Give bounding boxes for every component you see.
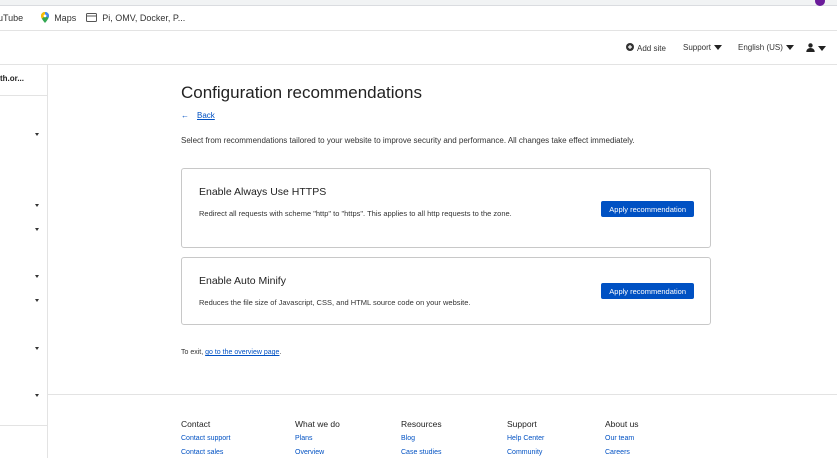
exit-note: To exit, go to the overview page. <box>181 349 281 356</box>
sidebar-chevron-icon[interactable] <box>35 204 39 207</box>
maps-pin-icon <box>41 11 50 25</box>
overview-page-link[interactable]: go to the overview page <box>205 349 279 356</box>
footer-link[interactable]: Plans <box>295 435 340 442</box>
sidebar-chevron-icon[interactable] <box>35 347 39 350</box>
sidebar-chevron-icon[interactable] <box>35 133 39 136</box>
footer-heading: Resources <box>401 419 442 429</box>
footer-heading: Support <box>507 419 537 429</box>
footer-heading: Contact <box>181 419 211 429</box>
sidebar-chevron-icon[interactable] <box>35 275 39 278</box>
footer-column-what-we-do: What we do Plans Overview <box>295 419 340 463</box>
bookmark-maps[interactable]: Maps <box>41 11 77 25</box>
footer-link[interactable]: Contact sales <box>181 449 230 456</box>
sidebar-chevron-icon[interactable] <box>35 394 39 397</box>
footer-link[interactable]: Case studies <box>401 449 442 456</box>
back-link[interactable]: ← Back <box>181 111 215 120</box>
apply-recommendation-button[interactable]: Apply recommendation <box>601 283 694 299</box>
add-site-button[interactable]: Add site <box>626 43 666 53</box>
exit-suffix: . <box>279 349 282 356</box>
plus-circle-icon <box>626 43 634 53</box>
account-name: th.or... <box>0 74 24 83</box>
add-site-label: Add site <box>637 43 666 53</box>
recommendation-card-https: Enable Always Use HTTPS Redirect all req… <box>181 168 711 248</box>
bookmark-label: Maps <box>54 13 77 23</box>
card-title: Enable Always Use HTTPS <box>199 186 327 198</box>
support-menu[interactable]: Support <box>683 43 723 52</box>
folder-card-icon <box>86 12 98 24</box>
support-label: Support <box>683 43 712 52</box>
bookmark-label: uTube <box>0 13 24 23</box>
footer-link[interactable]: Careers <box>605 449 639 456</box>
language-label: English (US) <box>738 43 783 52</box>
page-description: Select from recommendations tailored to … <box>181 136 635 145</box>
account-selector[interactable]: th.or... <box>0 65 47 96</box>
recommendation-card-minify: Enable Auto Minify Reduces the file size… <box>181 257 711 325</box>
bookmark-youtube[interactable]: uTube <box>0 13 23 23</box>
footer-link[interactable]: Our team <box>605 435 639 442</box>
page-title: Configuration recommendations <box>181 83 422 102</box>
footer: Contact Contact support Contact sales Wh… <box>48 394 837 458</box>
chevron-down-icon <box>818 46 826 51</box>
footer-heading: About us <box>605 419 639 429</box>
footer-heading: What we do <box>295 419 340 429</box>
footer-link[interactable]: Blog <box>401 435 442 442</box>
card-title: Enable Auto Minify <box>199 275 286 287</box>
sidebar-chevron-icon[interactable] <box>35 228 39 231</box>
card-description: Redirect all requests with scheme "http"… <box>199 209 512 218</box>
bookmarks-bar: uTube Maps Pi, OMV, Docker, P... <box>0 6 837 31</box>
exit-prefix: To exit, <box>181 349 206 356</box>
bookmark-label: Pi, OMV, Docker, P... <box>102 13 186 23</box>
footer-column-support: Support Help Center Community <box>507 419 544 463</box>
bookmark-folder[interactable]: Pi, OMV, Docker, P... <box>86 12 186 24</box>
arrow-left-icon: ← <box>181 111 189 120</box>
footer-column-about-us: About us Our team Careers <box>605 419 639 463</box>
language-menu[interactable]: English (US) <box>738 43 794 52</box>
card-description: Reduces the file size of Javascript, CSS… <box>199 298 471 307</box>
user-menu[interactable] <box>806 43 826 54</box>
top-navigation: Add site Support English (US) <box>0 31 837 65</box>
footer-link[interactable]: Community <box>507 449 544 456</box>
footer-link[interactable]: Overview <box>295 449 340 456</box>
sidebar-divider <box>0 425 47 426</box>
footer-column-resources: Resources Blog Case studies <box>401 419 442 463</box>
sidebar: th.or... <box>0 65 48 458</box>
footer-link[interactable]: Contact support <box>181 435 230 442</box>
chevron-down-icon <box>785 45 794 50</box>
back-label: Back <box>197 111 215 120</box>
sidebar-chevron-icon[interactable] <box>35 299 39 302</box>
chevron-down-icon <box>714 45 723 50</box>
footer-link[interactable]: Help Center <box>507 435 544 442</box>
footer-column-contact: Contact Contact support Contact sales <box>181 419 230 463</box>
apply-recommendation-button[interactable]: Apply recommendation <box>601 201 694 217</box>
user-icon <box>806 43 815 54</box>
